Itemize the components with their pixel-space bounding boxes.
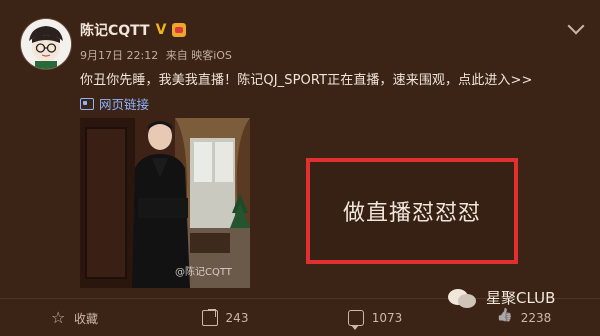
favorite-label: 收藏 bbox=[73, 311, 98, 326]
star-icon bbox=[51, 308, 66, 327]
comment-icon bbox=[347, 310, 364, 330]
verified-icon: V bbox=[155, 22, 167, 38]
share-icon bbox=[201, 309, 218, 326]
web-link-label: 网页链接 bbox=[99, 97, 150, 112]
repost-button[interactable]: 243 bbox=[150, 309, 300, 326]
username-row: 陈记CQTT V bbox=[80, 20, 187, 40]
username[interactable]: 陈记CQTT bbox=[80, 20, 150, 40]
post-meta: 9月17日 22:12 来自 映客iOS bbox=[80, 47, 232, 63]
post-date: 9月17日 22:12 bbox=[80, 49, 159, 62]
comment-count: 1073 bbox=[371, 311, 403, 325]
wechat-icon bbox=[448, 286, 478, 308]
like-button[interactable]: 2238 bbox=[450, 311, 600, 325]
image-watermark: @陈记CQTT bbox=[175, 267, 232, 278]
post-source[interactable]: 映客iOS bbox=[191, 49, 232, 62]
favorite-button[interactable]: 收藏 bbox=[0, 308, 150, 327]
post-text: 你丑你先睡，我美我直播！陈记QJ_SPORT正在直播，速来围观，点此进入>> bbox=[80, 73, 533, 88]
brand-text: 星聚CLUB bbox=[486, 288, 556, 307]
vip-crown-icon bbox=[172, 23, 187, 37]
highlight-callout: 做直播怼怼怼 bbox=[306, 158, 518, 264]
repost-count: 243 bbox=[225, 311, 249, 325]
avatar-illustration bbox=[21, 19, 71, 69]
like-icon bbox=[499, 311, 513, 325]
source-prefix: 来自 bbox=[165, 49, 188, 62]
brand-watermark: 星聚CLUB bbox=[448, 286, 555, 308]
callout-text: 做直播怼怼怼 bbox=[342, 201, 481, 226]
web-link[interactable]: 网页链接 bbox=[80, 94, 149, 113]
chevron-down-icon[interactable] bbox=[567, 17, 585, 35]
user-avatar[interactable] bbox=[21, 19, 71, 69]
comment-button[interactable]: 1073 bbox=[300, 310, 450, 330]
like-count: 2238 bbox=[520, 311, 552, 325]
link-icon bbox=[80, 97, 94, 110]
